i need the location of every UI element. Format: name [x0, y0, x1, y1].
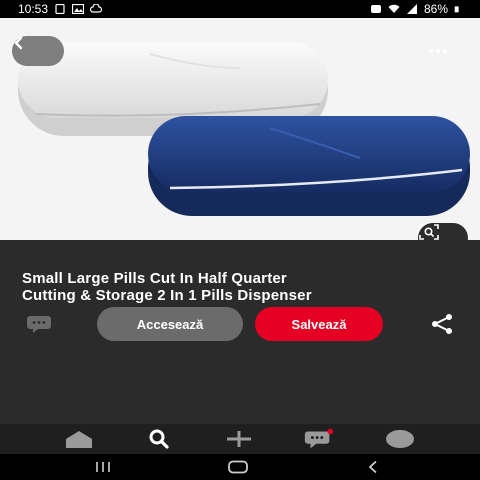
back-system-button[interactable]: [358, 459, 388, 475]
back-chevron-icon: [368, 460, 377, 474]
nav-messages[interactable]: [303, 427, 335, 451]
notification-badge: [327, 428, 334, 435]
recents-button[interactable]: [88, 459, 118, 475]
sim-icon: [55, 4, 65, 14]
more-dots-icon: [429, 49, 433, 53]
create-plus-icon: [227, 431, 251, 447]
visit-button[interactable]: Accesează: [97, 307, 243, 341]
pin-title-line2: Cutting & Storage 2 In 1 Pills Dispenser: [22, 287, 312, 304]
status-right: 86%: [370, 2, 462, 16]
alarm-icon: [370, 5, 381, 13]
home-circle-icon: [228, 460, 248, 474]
visual-search-button[interactable]: [418, 223, 468, 240]
status-left: 10:53: [18, 2, 103, 16]
pin-title: Small Large Pills Cut In Half Quarter Cu…: [22, 270, 462, 304]
pin-title-line1: Small Large Pills Cut In Half Quarter: [22, 270, 287, 287]
nav-search[interactable]: [143, 427, 175, 451]
bottom-nav: [0, 424, 480, 454]
home-system-button[interactable]: [223, 459, 253, 475]
messages-icon: [304, 428, 334, 449]
search-icon: [149, 429, 169, 449]
wifi-icon: [388, 4, 400, 13]
home-icon: [66, 431, 92, 448]
pill-boxes-illustration: [18, 42, 470, 216]
nav-home[interactable]: [63, 427, 95, 451]
more-dot: [443, 49, 447, 53]
back-button[interactable]: [12, 36, 64, 66]
status-time: 10:53: [18, 2, 49, 16]
share-icon[interactable]: [430, 313, 454, 335]
blue-pill-box: [148, 116, 470, 216]
cloud-icon: [90, 4, 103, 13]
signal-icon: [406, 4, 417, 14]
visual-search-icon: [419, 224, 439, 240]
more-options-button[interactable]: [426, 43, 450, 59]
battery-icon: [454, 6, 459, 13]
recents-icon: [96, 462, 110, 472]
back-arrow-icon: [14, 36, 23, 50]
more-dot: [436, 49, 440, 53]
save-button[interactable]: Salvează: [255, 307, 383, 341]
pin-image[interactable]: [0, 18, 480, 240]
nav-create[interactable]: [223, 427, 255, 451]
system-nav-bar: [0, 454, 480, 480]
profile-avatar-icon: [386, 430, 414, 448]
battery-percent: 86%: [423, 2, 448, 16]
image-icon: [72, 4, 85, 14]
comment-icon[interactable]: [26, 314, 52, 334]
status-bar: 10:53 86%: [0, 0, 480, 18]
nav-profile[interactable]: [384, 427, 416, 451]
